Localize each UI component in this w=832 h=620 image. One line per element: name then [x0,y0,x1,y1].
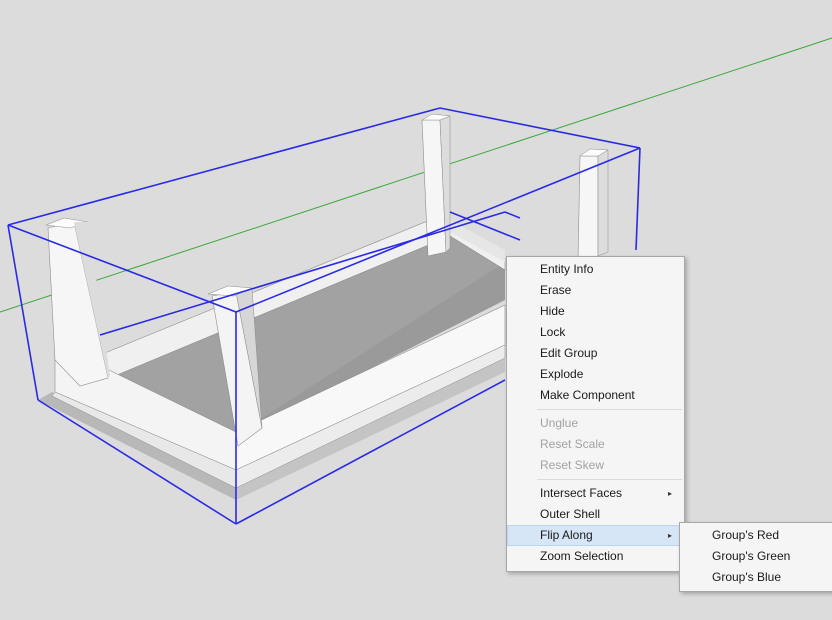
menu-item-explode[interactable]: Explode [507,364,684,385]
flip-along-submenu: Group's Red Group's Green Group's Blue [679,522,832,592]
menu-item-outer-shell[interactable]: Outer Shell [507,504,684,525]
submenu-item-groups-green[interactable]: Group's Green [680,546,832,567]
post-right-side [597,149,609,257]
menu-item-flip-along[interactable]: Flip Along ▸ [507,525,684,546]
menu-item-label: Intersect Faces [540,486,623,500]
menu-item-hide[interactable]: Hide [507,301,684,322]
menu-item-intersect-faces[interactable]: Intersect Faces ▸ [507,483,684,504]
menu-item-reset-skew: Reset Skew [540,458,605,472]
submenu-item-groups-blue[interactable]: Group's Blue [680,567,832,588]
menu-item-edit-group[interactable]: Edit Group [507,343,684,364]
submenu-item-groups-red[interactable]: Group's Red [680,525,832,546]
menu-item-reset-scale: Reset Scale [540,437,605,451]
menu-item-label: Flip Along [540,528,593,542]
menu-item-entity-info[interactable]: Entity Info [507,259,684,280]
menu-separator [537,479,682,480]
submenu-arrow-icon: ▸ [667,531,672,540]
menu-item-unglue: Unglue [540,416,579,430]
menu-item-lock[interactable]: Lock [507,322,684,343]
submenu-arrow-icon: ▸ [667,489,672,498]
menu-item-make-component[interactable]: Make Component [507,385,684,406]
menu-item-erase[interactable]: Erase [507,280,684,301]
menu-item-zoom-selection[interactable]: Zoom Selection [507,546,684,567]
context-menu: Entity Info Erase Hide Lock Edit Group E… [506,256,685,572]
menu-separator [537,409,682,410]
